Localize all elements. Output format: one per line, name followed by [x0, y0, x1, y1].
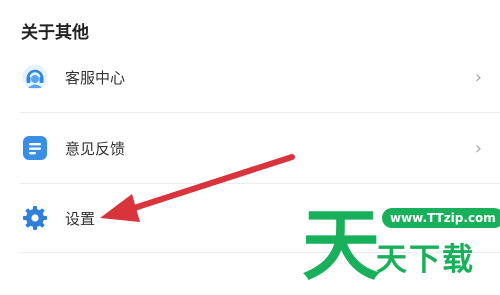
watermark-url: www.TTzip.com	[382, 208, 500, 228]
watermark-text: 天下载	[376, 242, 475, 278]
watermark: 天 www.TTzip.com 天下载	[300, 190, 500, 295]
svg-text:天: 天	[302, 201, 380, 291]
watermark-logo-icon: 天	[302, 201, 380, 291]
